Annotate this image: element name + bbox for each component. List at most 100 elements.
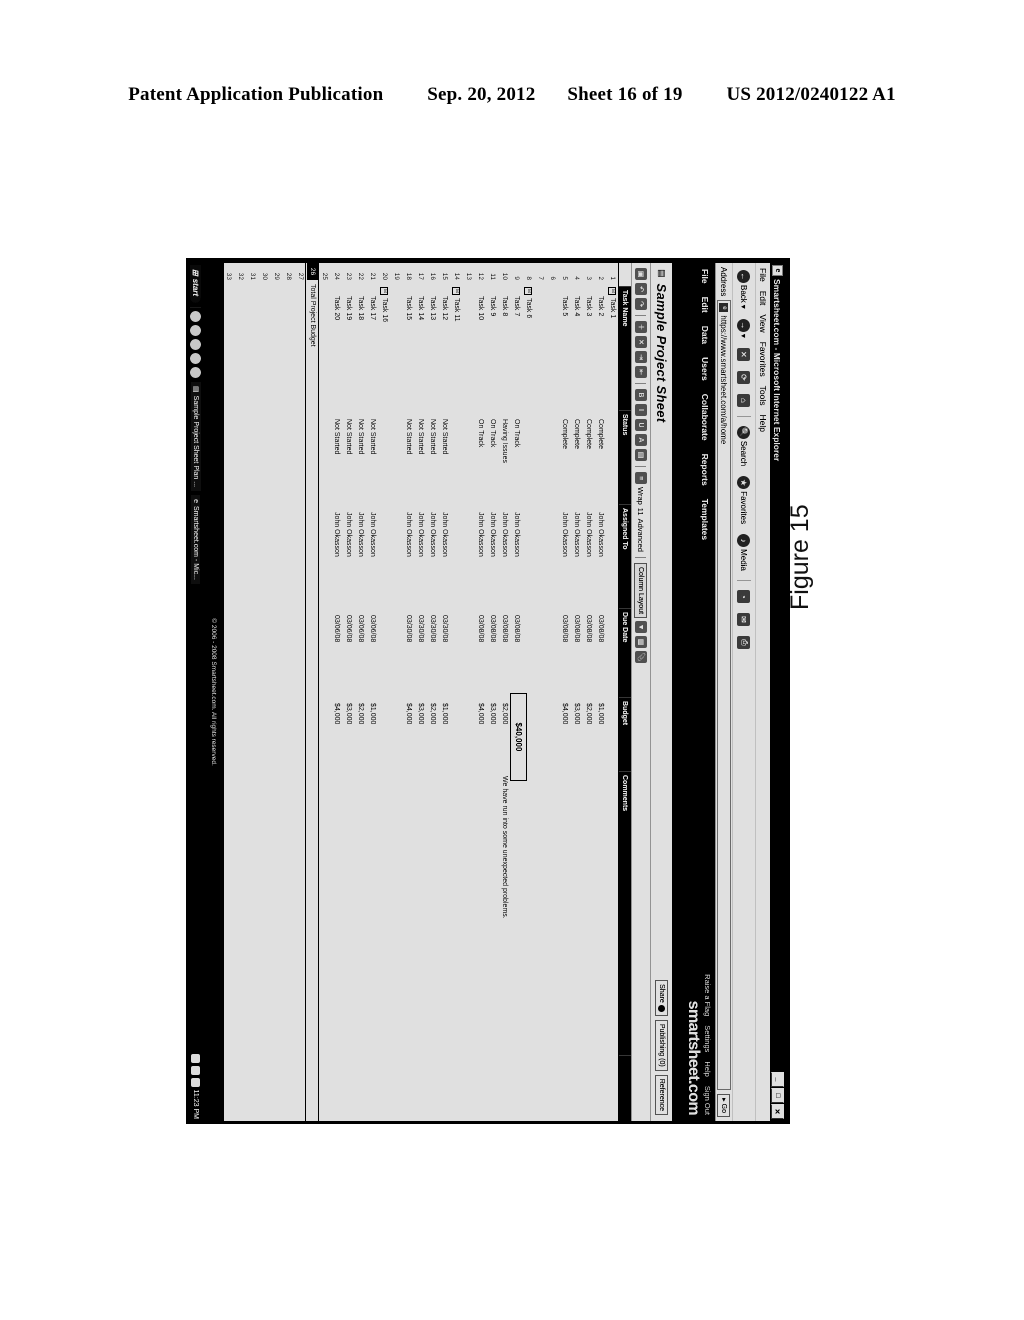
table-row[interactable]: 8 ⊟ Task 6 <box>522 263 534 1121</box>
cell-assigned-to[interactable]: John Okasson <box>595 509 606 612</box>
row-number[interactable]: 13 <box>463 263 474 284</box>
column-header-budget[interactable]: Budget <box>619 698 631 772</box>
cell-due-date[interactable] <box>235 603 246 691</box>
table-row[interactable]: 29 <box>270 263 282 1121</box>
cell-due-date[interactable]: 03/30/08 <box>439 612 450 700</box>
row-number[interactable]: 12 <box>475 263 486 284</box>
delete-row-icon[interactable]: ✕ <box>635 336 647 348</box>
cell-status[interactable]: On Track <box>487 416 498 509</box>
publishing-button[interactable]: Publishing (0) <box>655 1019 668 1071</box>
close-button[interactable]: ✕ <box>771 1104 784 1119</box>
cell-budget[interactable]: $4,000 <box>331 700 342 773</box>
cell-status[interactable]: Not Started <box>427 416 438 509</box>
cell-task-name[interactable]: Task 19 <box>343 284 354 416</box>
app-menu-collaborate[interactable]: Collaborate <box>700 394 710 441</box>
cell-due-date[interactable]: 03/30/08 <box>427 612 438 700</box>
cell-status[interactable]: Having Issues <box>499 416 510 509</box>
cell-assigned-to[interactable] <box>463 500 474 603</box>
advanced-label[interactable]: Advanced <box>637 519 646 552</box>
cell-budget[interactable]: $1,000 <box>367 700 378 773</box>
help-link[interactable]: Help <box>703 1061 712 1076</box>
back-button[interactable]: ← Back ▾ <box>737 267 752 312</box>
expand-collapse-icon[interactable]: ⊟ <box>380 287 389 295</box>
cell-due-date[interactable]: 03/06/08 <box>343 612 354 700</box>
brand-logo[interactable]: smartsheet.com <box>685 1001 702 1115</box>
fill-color-icon[interactable]: ▤ <box>635 449 647 461</box>
table-row[interactable]: 1 ⊟ Task 1 <box>606 263 618 1121</box>
quick-launch-icon-2[interactable] <box>190 325 202 337</box>
cell-budget[interactable] <box>271 691 282 764</box>
cell-assigned-to[interactable] <box>259 500 270 603</box>
menu-help[interactable]: Help <box>758 414 768 431</box>
cell-comment[interactable] <box>283 764 294 1047</box>
cell-task-name[interactable] <box>235 284 246 407</box>
cell-status[interactable] <box>319 407 330 500</box>
cell-task-name[interactable] <box>295 284 306 407</box>
save-icon[interactable]: ▣ <box>635 268 647 280</box>
table-row[interactable]: 25 <box>318 263 330 1121</box>
cell-task-name[interactable]: Task 20 <box>331 284 342 416</box>
cell-budget[interactable] <box>451 691 462 764</box>
row-number[interactable]: 24 <box>331 263 342 284</box>
column-layout-button[interactable]: Column Layout <box>634 562 648 619</box>
cell-due-date[interactable]: 03/06/08 <box>355 612 366 700</box>
app-menu-bar[interactable]: File Edit Data Users Collaborate Reports… <box>700 269 712 540</box>
cell-budget[interactable] <box>295 691 306 764</box>
cell-assigned-to[interactable] <box>607 500 618 603</box>
cell-status[interactable]: Not Started <box>415 416 426 509</box>
cell-status[interactable] <box>283 407 294 500</box>
cell-assigned-to[interactable] <box>391 500 402 603</box>
cell-comment[interactable] <box>595 773 606 1056</box>
taskbar-window-1[interactable]: ▤ Sample Project Sheet Plan ... <box>191 382 201 492</box>
cell-budget[interactable]: $4,000 <box>559 700 570 773</box>
cell-budget[interactable]: $3,000 <box>487 700 498 773</box>
cell-budget[interactable] <box>319 691 330 764</box>
cell-assigned-to[interactable] <box>307 497 318 600</box>
cell-due-date[interactable] <box>259 603 270 691</box>
cell-assigned-to[interactable]: John Okasson <box>343 509 354 612</box>
cell-due-date[interactable] <box>451 603 462 691</box>
row-number[interactable]: 15 <box>439 263 450 284</box>
cell-budget[interactable] <box>607 691 618 764</box>
app-menu-reports[interactable]: Reports <box>700 454 710 486</box>
cell-task-name[interactable] <box>259 284 270 407</box>
row-number[interactable]: 11 <box>487 263 498 284</box>
cell-due-date[interactable]: 03/08/08 <box>475 612 486 700</box>
cell-comment[interactable] <box>247 764 258 1047</box>
cell-status[interactable]: Complete <box>583 416 594 509</box>
expand-collapse-icon[interactable]: ⊟ <box>452 287 461 295</box>
quick-launch-bar[interactable] <box>190 307 202 379</box>
table-row[interactable]: 11 Task 9 On Track John Okasson 03/08/08 $3,0… <box>486 263 498 1121</box>
cell-due-date[interactable] <box>547 603 558 691</box>
cell-comment[interactable] <box>307 761 318 1044</box>
address-bar[interactable]: Address e https://www.smartsheet.com/a/h… <box>715 263 732 1121</box>
cell-task-name[interactable] <box>247 284 258 407</box>
table-row[interactable]: 5 Task 5 Complete John Okasson 03/08/08 $4,00… <box>558 263 570 1121</box>
raise-a-flag-link[interactable]: Raise a Flag <box>703 974 712 1016</box>
app-menu-users[interactable]: Users <box>700 357 710 381</box>
row-number[interactable]: 32 <box>235 263 246 284</box>
cell-task-name[interactable] <box>319 284 330 407</box>
windows-taskbar[interactable]: ⊞ start ▤ Sample Project Sheet Plan ... … <box>186 262 206 1124</box>
cell-status[interactable] <box>451 407 462 500</box>
cell-status[interactable] <box>307 404 318 497</box>
sheet-grid[interactable]: 1 ⊟ Task 1 2 Task 2 Complete John Okasson 03/08… <box>224 263 618 1121</box>
cell-comment[interactable] <box>403 773 414 1056</box>
tray-icon-3[interactable] <box>191 1077 201 1087</box>
cell-assigned-to[interactable]: John Okasson <box>583 509 594 612</box>
table-row[interactable]: 2 Task 2 Complete John Okasson 03/08/08 $1,00… <box>594 263 606 1121</box>
cell-comment[interactable] <box>535 764 546 1047</box>
cell-due-date[interactable]: 03/08/08 <box>595 612 606 700</box>
taskbar-window-2[interactable]: e Smartsheet.com - Mic... <box>191 495 201 584</box>
row-number[interactable]: 1 <box>607 263 618 284</box>
cell-comment[interactable] <box>463 764 474 1047</box>
cell-task-name[interactable] <box>271 284 282 407</box>
media-button[interactable]: ♪ Media <box>737 531 752 574</box>
table-row[interactable]: 20 ⊟ Task 16 <box>378 263 390 1121</box>
cell-comment[interactable] <box>487 773 498 1056</box>
cell-task-name[interactable]: Task 10 <box>475 284 486 416</box>
table-row[interactable]: 14 ⊟ Task 11 <box>450 263 462 1121</box>
table-row[interactable]: 7 <box>534 263 546 1121</box>
cell-status[interactable] <box>271 407 282 500</box>
browser-toolbar[interactable]: ← Back ▾ → ▾ ✕ ⟳ ⌂ 🔍 Search ★ Favorites … <box>732 263 755 1121</box>
